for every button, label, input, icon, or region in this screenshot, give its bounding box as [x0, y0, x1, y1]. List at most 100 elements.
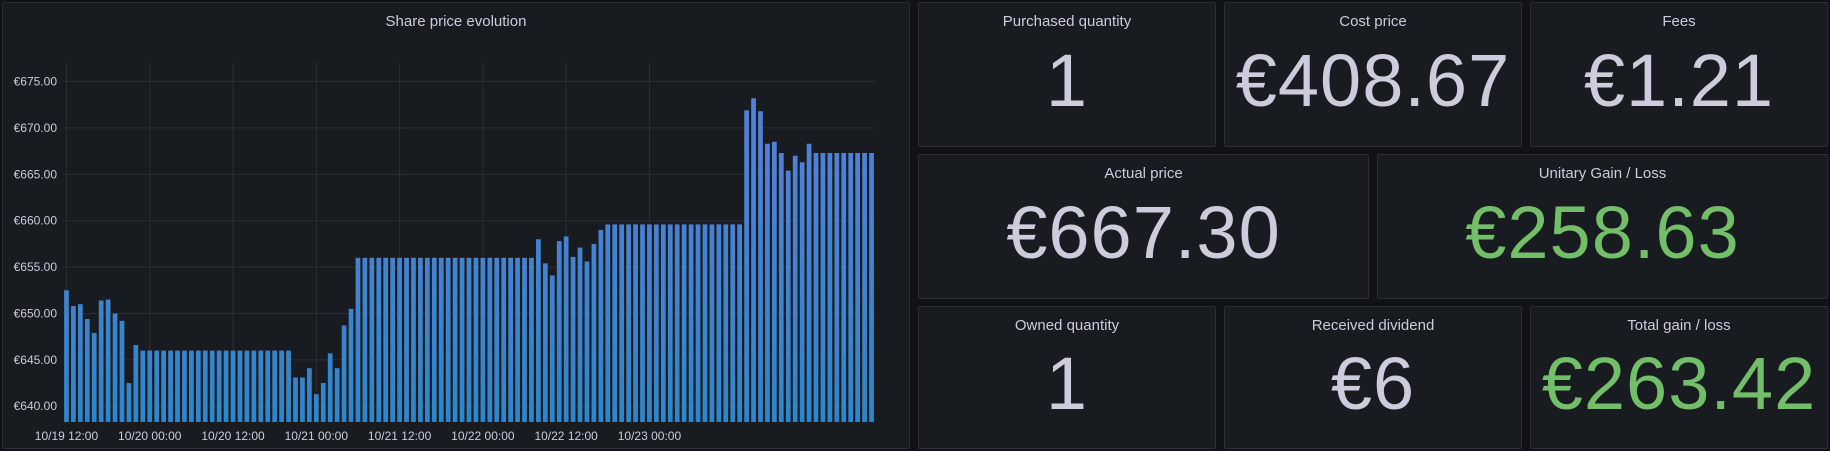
price-bar[interactable] — [480, 257, 486, 422]
price-bar[interactable] — [133, 345, 139, 422]
price-bar[interactable] — [223, 350, 229, 422]
price-bar[interactable] — [216, 350, 222, 422]
price-bar[interactable] — [688, 224, 694, 422]
price-bar[interactable] — [591, 243, 597, 422]
price-bar[interactable] — [640, 224, 645, 422]
price-bar[interactable] — [425, 257, 430, 422]
price-bar[interactable] — [362, 257, 368, 422]
price-bar[interactable] — [515, 257, 520, 422]
price-bar[interactable] — [660, 224, 666, 422]
price-bar[interactable] — [799, 162, 805, 422]
price-bar[interactable] — [695, 224, 701, 422]
price-bar[interactable] — [785, 170, 791, 422]
price-bar[interactable] — [327, 353, 333, 422]
price-bar[interactable] — [320, 383, 326, 422]
price-bar[interactable] — [820, 152, 826, 423]
price-bar[interactable] — [862, 152, 867, 423]
price-bar[interactable] — [542, 263, 548, 422]
price-bar[interactable] — [397, 257, 402, 422]
price-bar[interactable] — [272, 350, 278, 422]
price-bar[interactable] — [313, 394, 319, 422]
price-bar[interactable] — [667, 224, 673, 422]
price-bar[interactable] — [334, 368, 340, 422]
price-bar[interactable] — [251, 350, 257, 422]
price-bar[interactable] — [681, 224, 687, 422]
price-bar[interactable] — [702, 224, 708, 422]
price-bar[interactable] — [307, 368, 312, 422]
price-bar[interactable] — [778, 152, 784, 423]
price-bar[interactable] — [869, 152, 874, 423]
price-bar[interactable] — [147, 350, 153, 422]
price-bar[interactable] — [848, 152, 854, 423]
price-bar[interactable] — [508, 257, 513, 422]
price-bar[interactable] — [77, 304, 83, 422]
price-bar[interactable] — [230, 350, 236, 422]
price-bar[interactable] — [522, 257, 527, 422]
price-bar[interactable] — [772, 141, 777, 422]
price-bar[interactable] — [501, 257, 507, 422]
price-bar[interactable] — [744, 110, 749, 422]
price-bar[interactable] — [244, 350, 250, 422]
price-bar[interactable] — [751, 98, 756, 422]
price-bar[interactable] — [709, 224, 715, 422]
price-bar[interactable] — [806, 143, 812, 422]
price-bar[interactable] — [286, 350, 291, 422]
price-bar[interactable] — [813, 152, 819, 423]
price-bar[interactable] — [730, 224, 736, 422]
price-bar[interactable] — [390, 257, 396, 422]
price-bar[interactable] — [202, 350, 208, 422]
price-bar[interactable] — [827, 152, 833, 423]
price-bar[interactable] — [577, 247, 583, 422]
price-bar[interactable] — [598, 229, 604, 422]
price-bar[interactable] — [487, 257, 493, 422]
price-bar[interactable] — [161, 350, 166, 422]
price-bar[interactable] — [189, 350, 194, 422]
price-bar[interactable] — [445, 257, 451, 422]
price-bar[interactable] — [723, 224, 729, 422]
price-bar[interactable] — [98, 300, 104, 422]
price-bar[interactable] — [570, 256, 576, 422]
price-bar[interactable] — [584, 261, 590, 422]
price-bar[interactable] — [633, 224, 638, 422]
price-bar[interactable] — [265, 350, 271, 422]
price-bar[interactable] — [411, 257, 416, 422]
price-bar[interactable] — [279, 350, 284, 422]
price-bar[interactable] — [91, 332, 97, 422]
price-bar[interactable] — [418, 257, 423, 422]
price-bar[interactable] — [834, 152, 840, 423]
price-bar[interactable] — [431, 257, 437, 422]
price-bar[interactable] — [126, 383, 132, 422]
price-bar[interactable] — [119, 320, 125, 422]
price-bar[interactable] — [64, 290, 69, 422]
price-bar[interactable] — [383, 257, 389, 422]
price-bar[interactable] — [792, 155, 798, 422]
price-bar[interactable] — [452, 257, 458, 422]
price-bar[interactable] — [438, 257, 444, 422]
price-bar[interactable] — [84, 319, 90, 422]
price-bar[interactable] — [105, 299, 111, 422]
price-bar[interactable] — [369, 257, 375, 422]
price-bar[interactable] — [563, 236, 569, 422]
price-bar[interactable] — [112, 313, 118, 422]
price-bar[interactable] — [494, 257, 500, 422]
price-bar[interactable] — [293, 377, 298, 422]
price-bar[interactable] — [654, 224, 659, 422]
price-bar[interactable] — [473, 257, 479, 422]
price-bar[interactable] — [175, 350, 180, 422]
price-bar[interactable] — [348, 308, 354, 422]
price-bar[interactable] — [237, 350, 243, 422]
price-bar[interactable] — [556, 241, 562, 422]
price-bar[interactable] — [765, 143, 770, 422]
price-bar[interactable] — [647, 224, 652, 422]
price-bar[interactable] — [674, 224, 680, 422]
price-bar[interactable] — [619, 224, 625, 422]
price-bar[interactable] — [209, 350, 215, 422]
price-bar[interactable] — [258, 350, 264, 422]
price-bar[interactable] — [716, 224, 722, 422]
price-bar[interactable] — [182, 350, 187, 422]
price-bar[interactable] — [737, 224, 743, 422]
price-bar[interactable] — [758, 111, 763, 423]
price-bar[interactable] — [71, 306, 76, 422]
price-bar[interactable] — [154, 350, 160, 422]
price-bar[interactable] — [841, 152, 847, 423]
